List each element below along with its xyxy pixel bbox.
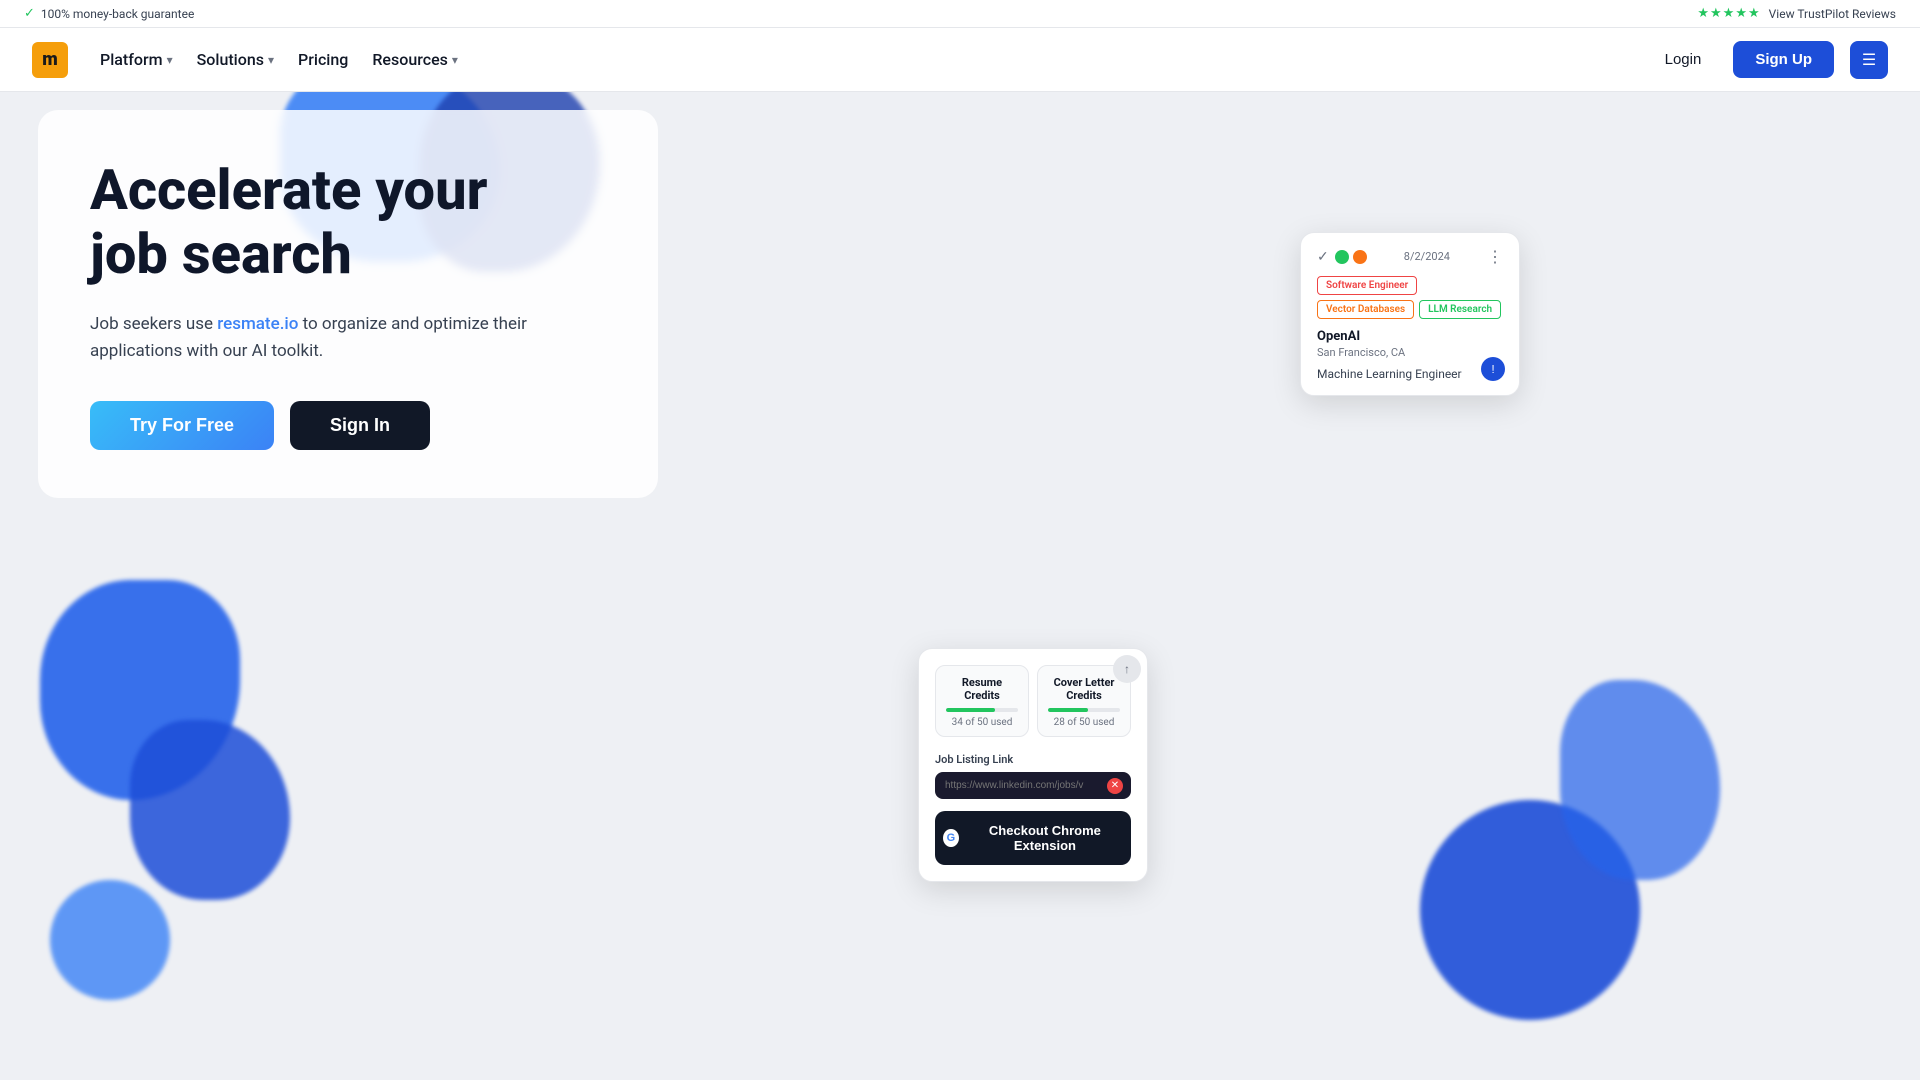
google-icon: G <box>943 829 959 847</box>
job-card-header: ✓ 8/2/2024 ⋮ <box>1317 247 1503 266</box>
shield-icon: ✓ <box>24 6 35 21</box>
trustpilot-link[interactable]: View TrustPilot Reviews <box>1769 7 1896 21</box>
resume-credits-bar <box>946 708 1018 712</box>
guarantee-text: 100% money-back guarantee <box>41 7 194 21</box>
resume-credits-bar-fill <box>946 708 995 712</box>
upload-icon[interactable]: ↑ <box>1113 655 1141 683</box>
credits-row: Resume Credits 34 of 50 used Cover Lette… <box>935 665 1131 737</box>
cover-letter-credits-bar <box>1048 708 1120 712</box>
logo-icon: m <box>32 42 68 78</box>
tag-software-engineer: Software Engineer <box>1317 276 1417 295</box>
nav-items: Platform ▾ Solutions ▾ Pricing Resources… <box>100 50 458 69</box>
navbar: m Platform ▾ Solutions ▾ Pricing Resourc… <box>0 28 1920 92</box>
sign-in-button[interactable]: Sign In <box>290 401 430 450</box>
job-listing-input-wrapper: ✕ <box>935 772 1131 799</box>
resume-credits-label: Resume Credits <box>946 676 1018 702</box>
nav-resources[interactable]: Resources ▾ <box>372 50 458 69</box>
hero-card: Accelerate your job search Job seekers u… <box>38 110 658 498</box>
hero-title-line1: Accelerate your <box>90 157 487 223</box>
job-card-date: 8/2/2024 <box>1404 250 1450 263</box>
hero-description: Job seekers use resmate.io to organize a… <box>90 311 606 365</box>
try-for-free-button[interactable]: Try For Free <box>90 401 274 450</box>
brand-link[interactable]: resmate.io <box>217 314 298 334</box>
chrome-extension-label: Checkout Chrome Extension <box>967 823 1123 853</box>
trustpilot-section: ★★★★★ View TrustPilot Reviews <box>1697 6 1896 21</box>
job-title: Machine Learning Engineer <box>1317 367 1503 381</box>
hero-title: Accelerate your job search <box>90 158 606 287</box>
cover-letter-credits-bar-fill <box>1048 708 1088 712</box>
decorative-blob-7 <box>1560 680 1720 880</box>
more-options-icon[interactable]: ⋮ <box>1487 247 1503 266</box>
cover-letter-credits-used: 28 of 50 used <box>1048 717 1120 728</box>
nav-platform-label: Platform <box>100 50 163 69</box>
nav-solutions-label: Solutions <box>197 50 264 69</box>
job-location: San Francisco, CA <box>1317 346 1503 359</box>
job-listing-input[interactable] <box>935 772 1131 799</box>
check-icon: ✓ <box>1317 249 1329 265</box>
job-company: OpenAI <box>1317 329 1503 344</box>
job-tags: Software Engineer Vector Databases LLM R… <box>1317 276 1503 319</box>
guarantee-section: ✓ 100% money-back guarantee <box>24 6 194 21</box>
main-area: Accelerate your job search Job seekers u… <box>0 92 1920 1080</box>
resume-credits-used: 34 of 50 used <box>946 717 1018 728</box>
edit-button[interactable]: ! <box>1481 357 1505 381</box>
menu-button[interactable]: ☰ <box>1850 41 1888 79</box>
star-icons: ★★★★★ <box>1697 6 1760 21</box>
tag-llm-research: LLM Research <box>1419 300 1501 319</box>
hero-title-line2: job search <box>90 221 352 287</box>
job-listing-label: Job Listing Link <box>935 753 1131 766</box>
logo[interactable]: m <box>32 42 68 78</box>
hero-buttons: Try For Free Sign In <box>90 401 606 450</box>
nav-platform[interactable]: Platform ▾ <box>100 50 173 69</box>
login-button[interactable]: Login <box>1649 43 1718 76</box>
chevron-down-icon: ▾ <box>452 53 458 67</box>
chevron-down-icon: ▾ <box>268 53 274 67</box>
nav-resources-label: Resources <box>372 50 448 69</box>
resume-credits-box: Resume Credits 34 of 50 used <box>935 665 1029 737</box>
hero-description-text: Job seekers use <box>90 314 213 334</box>
extension-card: ↑ Resume Credits 34 of 50 used Cover Let… <box>918 648 1148 882</box>
status-dots <box>1335 250 1367 264</box>
cover-letter-credits-label: Cover Letter Credits <box>1048 676 1120 702</box>
status-dot-green <box>1335 250 1349 264</box>
topbar: ✓ 100% money-back guarantee ★★★★★ View T… <box>0 0 1920 28</box>
decorative-blob-5 <box>50 880 170 1000</box>
job-card: ✓ 8/2/2024 ⋮ Software Engineer Vector Da… <box>1300 232 1520 396</box>
nav-pricing-label: Pricing <box>298 50 348 69</box>
navbar-right: Login Sign Up ☰ <box>1649 41 1888 79</box>
navbar-left: m Platform ▾ Solutions ▾ Pricing Resourc… <box>32 42 458 78</box>
nav-solutions[interactable]: Solutions ▾ <box>197 50 274 69</box>
hamburger-icon: ☰ <box>1862 50 1876 70</box>
signup-button[interactable]: Sign Up <box>1733 41 1834 78</box>
input-clear-button[interactable]: ✕ <box>1107 778 1123 794</box>
chevron-down-icon: ▾ <box>167 53 173 67</box>
decorative-blob-4 <box>130 720 290 900</box>
nav-pricing[interactable]: Pricing <box>298 50 348 69</box>
status-dot-orange <box>1353 250 1367 264</box>
job-card-status: ✓ <box>1317 249 1367 265</box>
tag-vector-databases: Vector Databases <box>1317 300 1414 319</box>
chrome-extension-button[interactable]: G Checkout Chrome Extension <box>935 811 1131 865</box>
